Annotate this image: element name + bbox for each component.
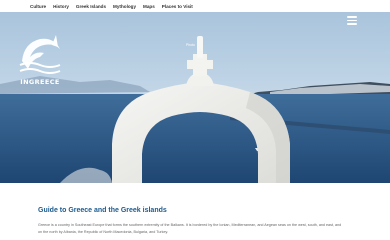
nav-link-greek-islands[interactable]: Greek Islands bbox=[76, 4, 106, 9]
hero-small-label: Photo bbox=[186, 43, 195, 47]
nav-link-history[interactable]: History bbox=[53, 4, 69, 9]
intro-heading: Guide to Greece and the Greek islands bbox=[38, 207, 167, 214]
nav-link-culture[interactable]: Culture bbox=[30, 4, 46, 9]
menu-bar-bottom bbox=[347, 23, 357, 25]
nav-link-mythology[interactable]: Mythology bbox=[113, 4, 136, 9]
site-logo[interactable]: INGREECE bbox=[14, 31, 66, 91]
top-navigation: Culture History Greek Islands Mythology … bbox=[0, 0, 390, 12]
dolphin-logo-icon bbox=[19, 35, 61, 74]
logo-text: INGREECE bbox=[20, 78, 60, 86]
hamburger-menu-icon[interactable] bbox=[347, 16, 357, 25]
menu-bar-middle bbox=[347, 19, 357, 22]
intro-section: Guide to Greece and the Greek islands Gr… bbox=[0, 183, 390, 240]
menu-bar-top bbox=[347, 16, 357, 18]
intro-paragraph: Greece is a country in Southeast Europe … bbox=[38, 223, 342, 234]
nav-link-places-to-visit[interactable]: Places to Visit bbox=[162, 4, 193, 9]
nav-link-maps[interactable]: Maps bbox=[143, 4, 155, 9]
hero-banner: INGREECE Photo bbox=[0, 12, 390, 183]
